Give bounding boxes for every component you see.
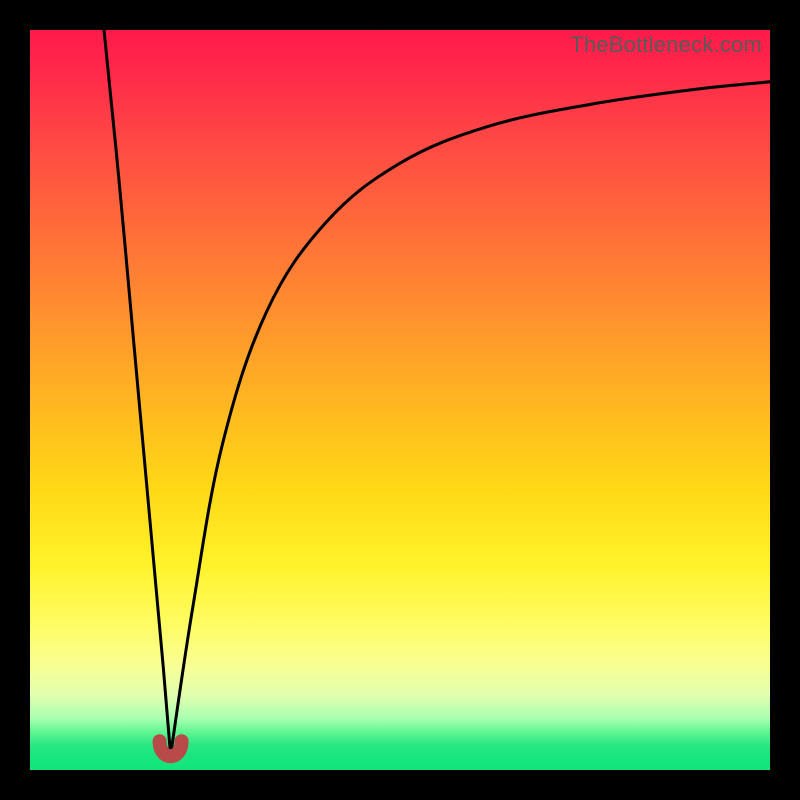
plot-area: TheBottleneck.com <box>30 30 770 770</box>
watermark-text: TheBottleneck.com <box>570 32 762 58</box>
curve-left-branch <box>104 30 171 755</box>
chart-frame: TheBottleneck.com <box>0 0 800 800</box>
curve-right-branch <box>171 82 770 755</box>
curves-svg <box>30 30 770 770</box>
